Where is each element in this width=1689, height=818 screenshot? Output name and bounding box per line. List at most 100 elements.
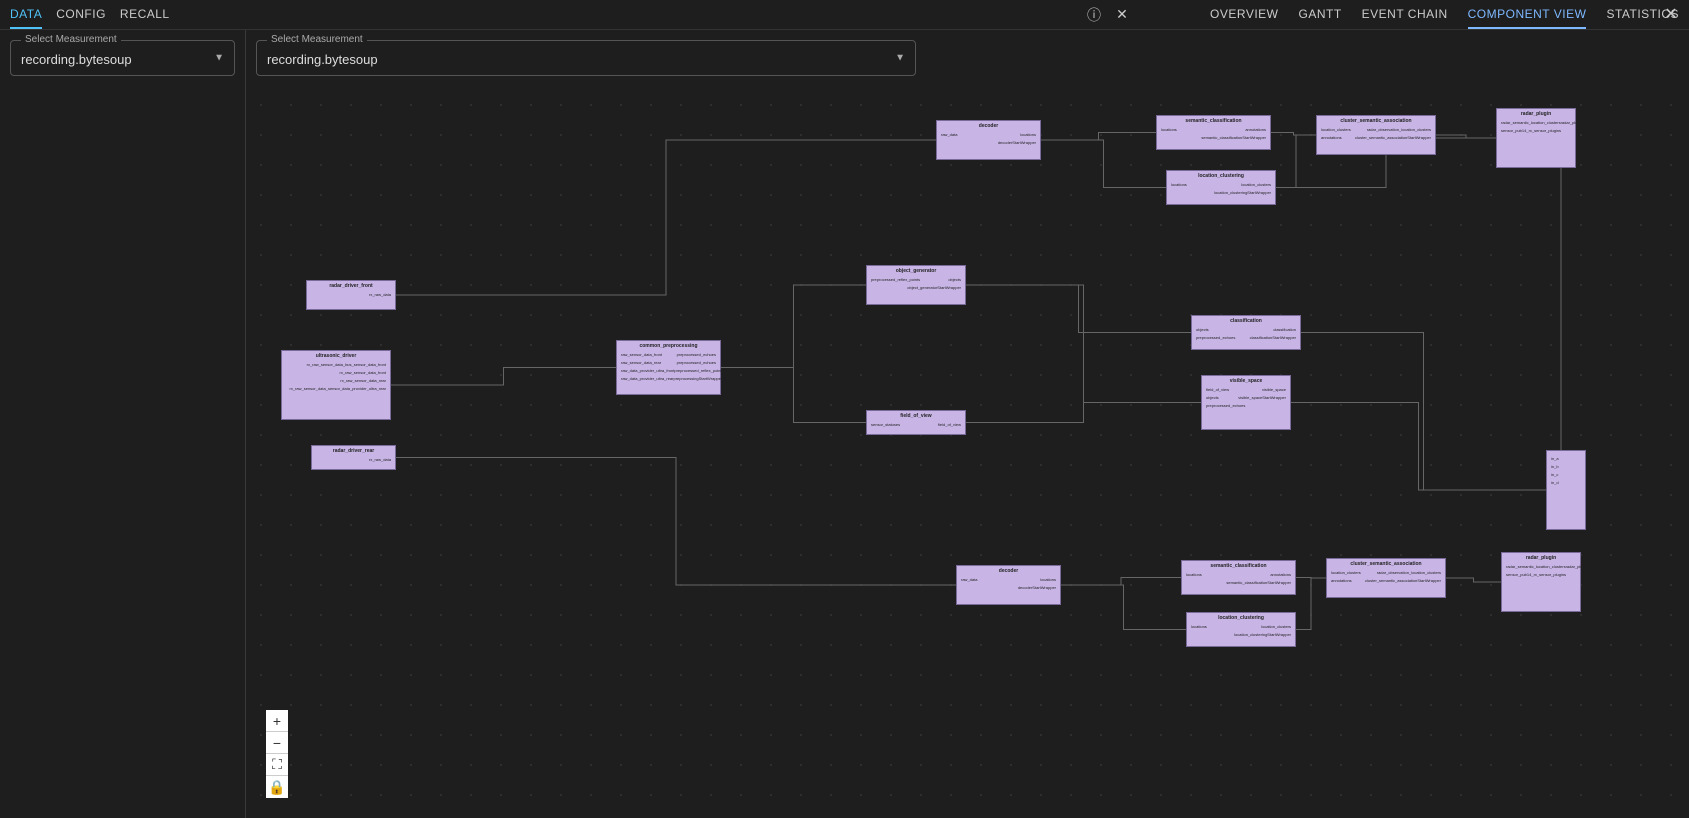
node-ultrasonic_driver[interactable]: ultrasonic_driverrx_raw_sensor_data_bus_… [281,350,391,420]
node-title: semantic_classification [1186,563,1291,569]
node-semantic_classification1[interactable]: semantic_classificationlocationsannotati… [1156,115,1271,150]
component-graph-canvas[interactable]: radar_driver_frontrx_raw_data ultrasonic_… [246,90,1689,818]
node-title: classification [1196,318,1296,324]
port-out: preprocessed_echoes [677,351,716,359]
port-in: field_of_view [1206,386,1229,394]
port-in: preprocessed_echoes [1206,402,1245,410]
node-cluster_semantic_association1[interactable]: cluster_semantic_association location_clu… [1316,115,1436,155]
port-out: rx_raw_sensor_data_rear [340,377,386,385]
port-out: object_generatorStartWrapper [907,284,961,292]
node-radar_plugin2[interactable]: radar_plugin radar_semantic_location_clus… [1501,552,1581,612]
port-in: locations [1171,181,1187,189]
node-title: radar_driver_rear [316,448,391,454]
node-field_of_view[interactable]: field_of_viewsensor_statusesfield_of_vie… [866,410,966,435]
zoom-in-button[interactable]: + [266,710,288,732]
port-in: locations [1191,623,1207,631]
port-in: raw_data_provider_ultra_front [621,367,674,375]
port-out: rx_raw_sensor_data_bus_sensor_data_front [307,361,386,369]
measurement-select-sidebar[interactable]: Select Measurement recording.bytesoup ▼ [10,40,235,76]
node-cluster_semantic_association2[interactable]: cluster_semantic_association location_clu… [1326,558,1446,598]
zoom-fit-button[interactable]: ⛶ [266,754,288,776]
info-icon[interactable]: ⓘ [1086,7,1102,23]
left-tabs: DATA CONFIG RECALL [10,1,210,29]
close-panel-icon[interactable]: ✕ [1663,6,1679,22]
port-in: raw_sensor_data_rear [621,359,661,367]
node-classification[interactable]: classificationobjectsclassificationprepr… [1191,315,1301,350]
port-out: cluster_semantic_associationStartWrapper [1365,577,1441,585]
select-label: Select Measurement [267,34,367,45]
port-out: objects [948,276,961,284]
graph-edges [246,90,1689,818]
node-title: radar_plugin [1506,555,1576,561]
port-out: semantic_classificationStartWrapper [1201,134,1266,142]
port-out: classificationStartWrapper [1250,334,1296,342]
port-out: locations [1040,576,1056,584]
port-out: rx_raw_sensor_data_front [340,369,386,377]
node-common_preprocessing[interactable]: common_preprocessingraw_sensor_data_fron… [616,340,721,395]
port-in: in_c [1551,471,1558,479]
port-in: objects [1196,326,1209,334]
port-in: annotations [1331,577,1352,585]
node-semantic_classification2[interactable]: semantic_classification locations annotati… [1181,560,1296,595]
node-title: semantic_classification [1161,118,1266,124]
select-label: Select Measurement [21,34,121,45]
left-tab-recall[interactable]: RECALL [120,1,170,29]
port-out: preprocessed_reflex_points [674,367,723,375]
node-title: cluster_semantic_association [1321,118,1431,124]
zoom-lock-button[interactable]: 🔒 [266,776,288,798]
node-partial_right[interactable]: in_ain_bin_cin_d [1546,450,1586,530]
measurement-select-main[interactable]: Select Measurement recording.bytesoup ▼ [256,40,916,76]
right-tab-event-chain[interactable]: EVENT CHAIN [1362,1,1448,29]
port-in: location_clusters [1331,569,1361,577]
select-value: recording.bytesoup [21,52,132,67]
port-out: annotations [1270,571,1291,579]
port-out: decoderStartWrapper [998,139,1036,147]
port-in: radar_semantic_location_clusters [1501,119,1561,127]
port-out: location_clusters [1241,181,1271,189]
port-out: semantic_classificationStartWrapper [1226,579,1291,587]
node-title: decoder [941,123,1036,129]
node-title: cluster_semantic_association [1331,561,1441,567]
port-in: objects [1206,394,1219,402]
port-in: in_a [1551,455,1559,463]
port-out: radar_observation_location_clusters [1367,126,1431,134]
node-title: object_generator [871,268,961,274]
node-radar_plugin1[interactable]: radar_pluginradar_semantic_location_clus… [1496,108,1576,168]
right-tabs: OVERVIEWGANTTEVENT CHAINCOMPONENT VIEWST… [1210,1,1679,29]
right-tab-overview[interactable]: OVERVIEW [1210,1,1278,29]
port-out: location_clusteringStartWrapper [1234,631,1291,639]
left-tab-data[interactable]: DATA [10,1,42,29]
zoom-out-button[interactable]: − [266,732,288,754]
port-out: location_clusters [1261,623,1291,631]
node-radar_driver_front[interactable]: radar_driver_frontrx_raw_data [306,280,396,310]
port-in: radar_semantic_location_clusters [1506,563,1566,571]
node-object_generator[interactable]: object_generatorpreprocessed_reflex_poin… [866,265,966,305]
port-in: locations [1186,571,1202,579]
right-tab-gantt[interactable]: GANTT [1299,1,1342,29]
right-tab-component-view[interactable]: COMPONENT VIEW [1468,1,1587,29]
left-tab-config[interactable]: CONFIG [56,1,106,29]
port-out: rx_raw_data [369,456,391,464]
close-icon[interactable]: ✕ [1114,7,1130,23]
chevron-down-icon: ▼ [214,53,224,64]
node-visible_space[interactable]: visible_spacefield_of_viewvisible_spaceo… [1201,375,1291,430]
chevron-down-icon: ▼ [895,53,905,64]
node-title: decoder [961,568,1056,574]
port-in: in_d [1551,479,1559,487]
node-radar_driver_rear[interactable]: radar_driver_rear rx_raw_data [311,445,396,470]
port-out: annotations [1245,126,1266,134]
port-out: radar_plugin [1566,563,1588,571]
port-out: radar_plugin [1561,119,1583,127]
port-out: rx_raw_sensor_data_sensor_data_provider_… [289,385,386,393]
node-title: field_of_view [871,413,961,419]
top-bar: DATA CONFIG RECALL ⓘ ✕ OVERVIEW GANTT EVENT … [0,0,1689,30]
port-out: field_of_view [938,421,961,429]
node-decoder1[interactable]: decoderraw_datalocationsdecoderStartWrap… [936,120,1041,160]
port-in: sensor_pub14_rx_sensor_plugins [1506,571,1566,579]
port-out: radar_observation_location_clusters [1377,569,1441,577]
port-in: location_clusters [1321,126,1351,134]
node-location_clustering2[interactable]: location_clusteringlocationslocation_clu… [1186,612,1296,647]
node-location_clustering1[interactable]: location_clusteringlocationslocation_clu… [1166,170,1276,205]
node-decoder2[interactable]: decoderraw_datalocationsdecoderStartWrap… [956,565,1061,605]
port-in: in_b [1551,463,1559,471]
